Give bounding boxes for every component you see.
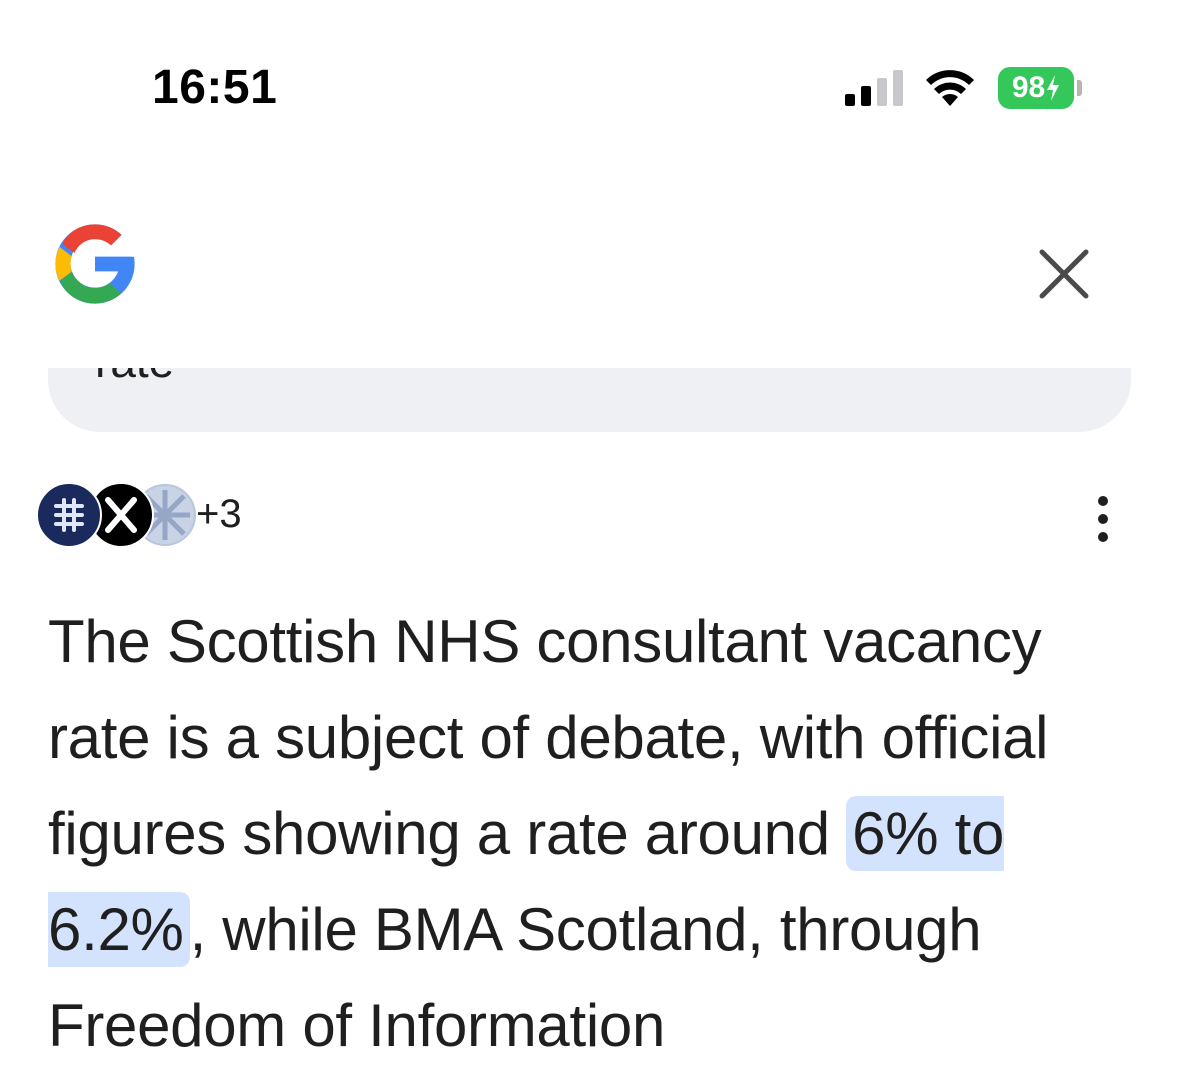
search-query-bar[interactable] bbox=[48, 368, 1131, 432]
wifi-icon bbox=[926, 70, 974, 106]
cellular-signal-icon bbox=[845, 70, 907, 106]
search-bar-container: rate bbox=[0, 368, 1179, 438]
google-g-icon[interactable] bbox=[46, 215, 144, 313]
battery-cap bbox=[1077, 80, 1082, 96]
more-vert-icon[interactable] bbox=[1082, 492, 1124, 546]
source-logo-icon bbox=[36, 482, 102, 548]
search-query-text: rate bbox=[95, 368, 174, 384]
status-time: 16:51 bbox=[152, 61, 278, 114]
sources-row[interactable]: +3 bbox=[36, 482, 296, 548]
more-sources-count[interactable]: +3 bbox=[196, 492, 242, 536]
ai-overview-text: The Scottish NHS consultant vacancy rate… bbox=[48, 594, 1148, 1074]
screen: 16:51 98 rate bbox=[0, 0, 1179, 1077]
close-icon bbox=[1039, 249, 1089, 299]
battery-level: 98 bbox=[1011, 71, 1046, 104]
battery-indicator: 98 bbox=[998, 67, 1074, 109]
close-button[interactable] bbox=[1026, 236, 1102, 312]
bolt-icon bbox=[1047, 75, 1060, 101]
